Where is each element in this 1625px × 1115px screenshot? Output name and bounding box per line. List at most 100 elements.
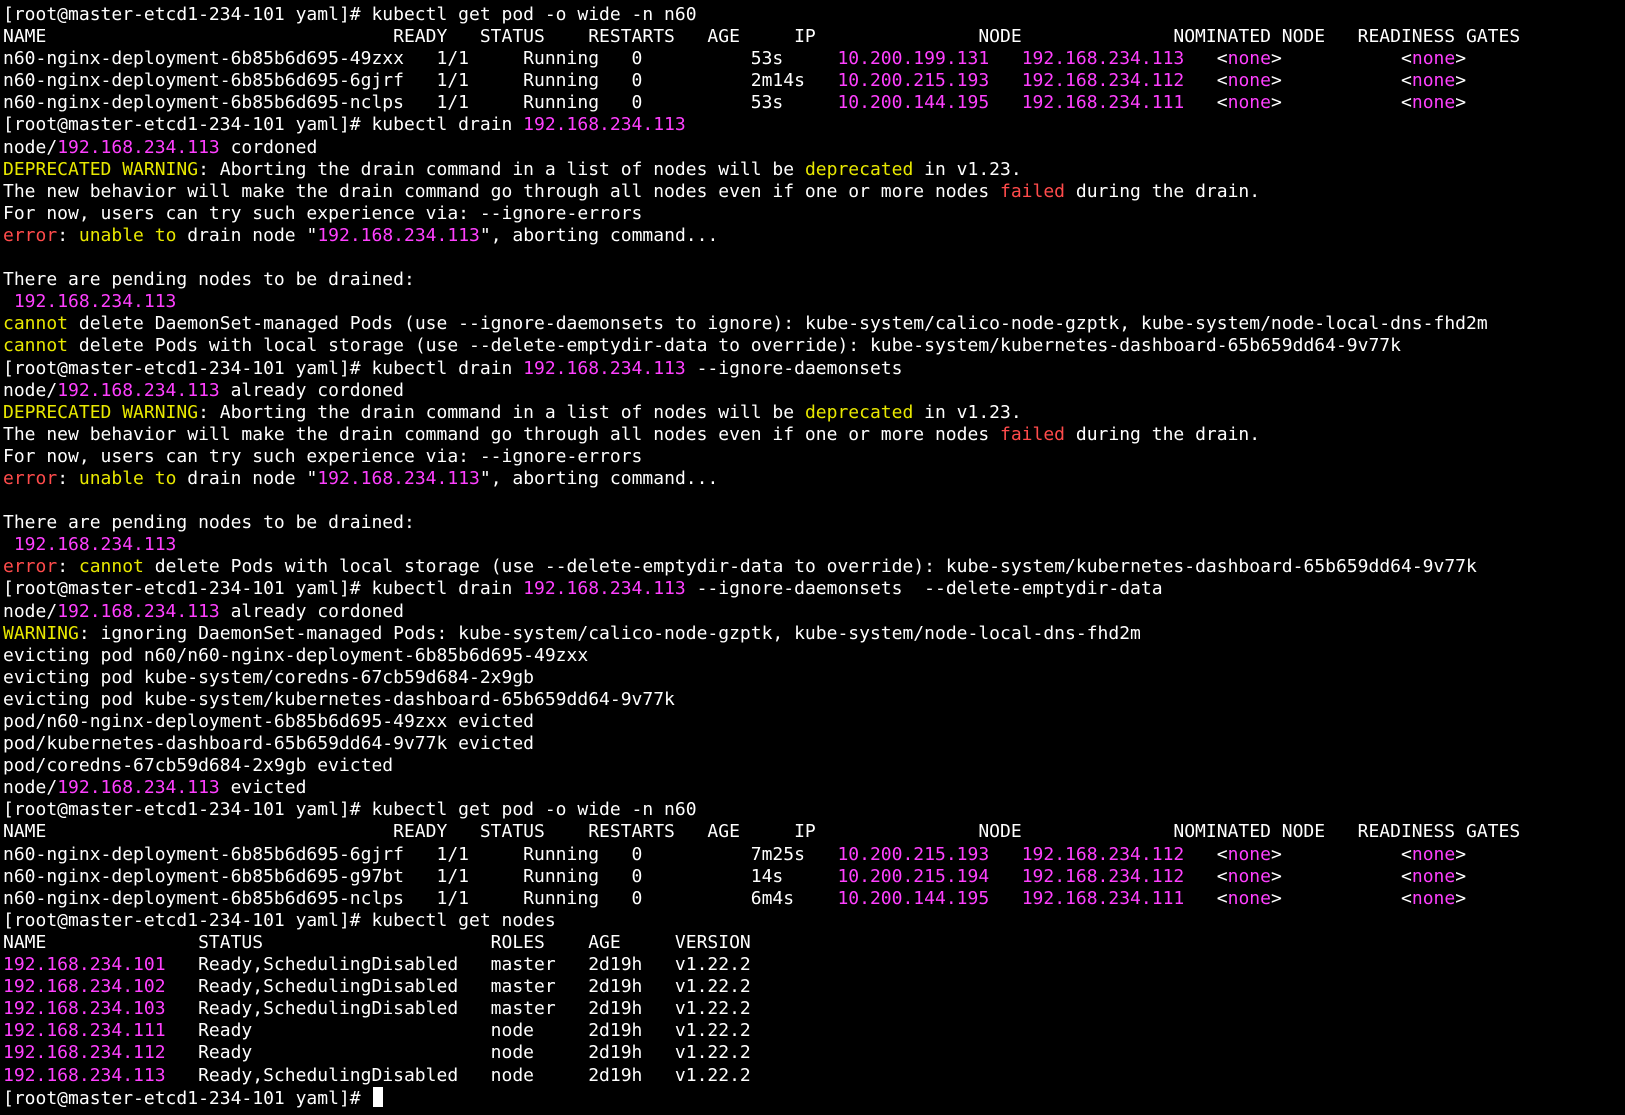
terminal-line: error: unable to drain node "192.168.234… [3,468,1625,490]
terminal-text: > < [1270,887,1412,909]
terminal-text: n60-nginx-deployment-6b85b6d695-49zxx 1/… [3,48,838,70]
terminal-line: NAME READY STATUS RESTARTS AGE IP NODE N… [3,26,1625,48]
terminal-line: 192.168.234.111 Ready node 2d19h v1.22.2 [3,1020,1625,1042]
terminal-text: none [1227,48,1271,70]
terminal-text: failed [1000,180,1066,202]
terminal-text: Ready,SchedulingDisabled master 2d19h v1… [165,954,751,976]
terminal-text: cordoned [219,136,318,158]
terminal-text: evicting pod kube-system/kubernetes-dash… [3,688,675,710]
terminal-text: DEPRECATED WARNING [3,401,199,423]
terminal-text: during the drain. [1065,180,1261,202]
terminal-line: node/192.168.234.113 cordoned [3,137,1625,159]
terminal-text: none [1411,70,1456,92]
terminal-line: [root@master-etcd1-234-101 yaml]# kubect… [3,114,1625,136]
terminal-text: 192.168.234.113 [13,534,177,556]
terminal-text: unable to [78,467,177,489]
terminal-line: pod/kubernetes-dashboard-65b659dd64-9v77… [3,733,1625,755]
terminal-text: There are pending nodes to be drained: [3,512,415,534]
terminal-text: There are pending nodes to be drained: [3,269,415,291]
terminal-line: [root@master-etcd1-234-101 yaml]# kubect… [3,578,1625,600]
terminal-line: There are pending nodes to be drained: [3,512,1625,534]
terminal-text: none [1227,92,1271,114]
terminal-line: n60-nginx-deployment-6b85b6d695-nclps 1/… [3,888,1625,910]
terminal-text: 192.168.234.113 [523,578,686,600]
terminal-text: 192.168.234.112 [3,1042,166,1064]
terminal-text: cannot [3,313,69,335]
terminal-text: 192.168.234.113 [57,136,220,158]
terminal-text: > [1455,70,1467,92]
terminal-text: > [1455,92,1467,114]
terminal-text: 10.200.144.195 [837,887,990,909]
terminal-text: < [1184,887,1228,909]
terminal-text: < [1184,92,1228,114]
terminal-text: 192.168.234.113 [57,379,220,401]
terminal-line: evicting pod kube-system/kubernetes-dash… [3,689,1625,711]
terminal-text: evicted [219,777,307,799]
terminal-text: delete Pods with local storage (use --de… [68,335,1401,357]
terminal-text: > [1455,48,1467,70]
terminal-text: > < [1270,865,1412,887]
terminal-line: [root@master-etcd1-234-101 yaml]# kubect… [3,910,1625,932]
terminal-text: node/ [3,379,58,401]
terminal-text: < [1184,48,1228,70]
terminal-line: n60-nginx-deployment-6b85b6d695-6gjrf 1/… [3,844,1625,866]
terminal-line: For now, users can try such experience v… [3,446,1625,468]
terminal-text: < [1184,865,1228,887]
terminal-text: Ready node 2d19h v1.22.2 [165,1020,751,1042]
terminal-text: evicting pod kube-system/coredns-67cb59d… [3,666,535,688]
terminal-text: 192.168.234.113 [523,114,686,136]
terminal-window[interactable]: [root@master-etcd1-234-101 yaml]# kubect… [0,0,1625,1115]
terminal-line: The new behavior will make the drain com… [3,424,1625,446]
terminal-text: error [3,556,58,578]
terminal-line: n60-nginx-deployment-6b85b6d695-49zxx 1/… [3,48,1625,70]
terminal-text: < [1184,843,1228,865]
terminal-text: [root@master-etcd1-234-101 yaml]# kubect… [3,909,556,931]
terminal-text: WARNING [3,622,79,644]
terminal-text: unable to [78,224,177,246]
terminal-text: n60-nginx-deployment-6b85b6d695-g97bt 1/… [3,865,838,887]
terminal-text: drain node " [176,467,318,489]
terminal-text: < [1184,70,1228,92]
terminal-text: none [1227,887,1271,909]
terminal-text: For now, users can try such experience v… [3,445,643,467]
terminal-text: [root@master-etcd1-234-101 yaml]# kubect… [3,357,524,379]
terminal-text: Ready node 2d19h v1.22.2 [165,1042,751,1064]
terminal-text: drain node " [176,224,318,246]
terminal-text: 192.168.234.101 [3,954,166,976]
terminal-text: pod/kubernetes-dashboard-65b659dd64-9v77… [3,733,535,755]
terminal-text: deprecated [804,401,914,423]
terminal-line: DEPRECATED WARNING: Aborting the drain c… [3,402,1625,424]
terminal-text: NAME READY STATUS RESTARTS AGE IP NODE N… [3,821,1521,843]
terminal-text: n60-nginx-deployment-6b85b6d695-6gjrf 1/… [3,70,838,92]
terminal-text: in v1.23. [913,158,1022,180]
terminal-line: node/192.168.234.113 already cordoned [3,380,1625,402]
terminal-text: : Aborting the drain command in a list o… [198,158,805,180]
terminal-line: error: unable to drain node "192.168.234… [3,225,1625,247]
terminal-text: 192.168.234.113 [1021,48,1185,70]
terminal-text: 10.200.199.131 [837,48,990,70]
terminal-text: error [3,224,58,246]
terminal-text: 192.168.234.113 [3,1064,166,1086]
terminal-text: n60-nginx-deployment-6b85b6d695-nclps 1/… [3,887,838,909]
terminal-text: already cordoned [219,379,404,401]
terminal-line: 192.168.234.101 Ready,SchedulingDisabled… [3,954,1625,976]
terminal-text: node/ [3,600,58,622]
terminal-text: 192.168.234.113 [13,291,177,313]
terminal-text: 192.168.234.111 [1021,92,1185,114]
terminal-line: NAME READY STATUS RESTARTS AGE IP NODE N… [3,821,1625,843]
terminal-line: node/192.168.234.113 already cordoned [3,601,1625,623]
terminal-text: delete Pods with local storage (use --de… [143,556,1477,578]
terminal-text: : [57,224,79,246]
terminal-text: 192.168.234.113 [57,777,220,799]
terminal-text: 10.200.144.195 [837,92,990,114]
terminal-text: 192.168.234.112 [1021,843,1185,865]
terminal-text: [root@master-etcd1-234-101 yaml]# kubect… [3,799,697,821]
terminal-text: evicting pod n60/n60-nginx-deployment-6b… [3,644,589,666]
terminal-text: 192.168.234.103 [3,998,166,1020]
terminal-line: n60-nginx-deployment-6b85b6d695-6gjrf 1/… [3,70,1625,92]
